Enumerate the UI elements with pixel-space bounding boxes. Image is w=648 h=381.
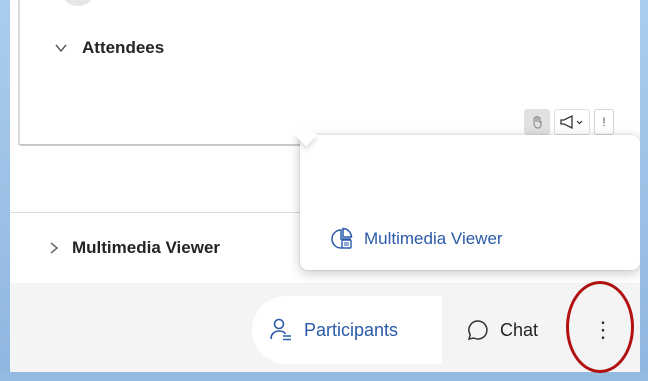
frame-bottom bbox=[0, 372, 648, 381]
chat-label: Chat bbox=[500, 319, 539, 340]
attendee-toolbar: ! bbox=[524, 108, 614, 136]
app-window: Attendees ! Multimedia Viewer Multimedia… bbox=[10, 0, 640, 372]
participants-icon bbox=[270, 318, 291, 341]
multimedia-label: Multimedia Viewer bbox=[72, 238, 221, 257]
multimedia-viewer-icon bbox=[331, 227, 353, 249]
menu-item-label: Multimedia Viewer bbox=[364, 229, 503, 248]
frame-left bbox=[0, 0, 10, 381]
chevron-down-icon bbox=[55, 44, 67, 53]
highlight-annotation bbox=[566, 281, 634, 373]
chat-button[interactable]: Chat bbox=[456, 306, 538, 354]
participants-button[interactable]: Participants bbox=[252, 296, 442, 364]
attendees-label: Attendees bbox=[82, 38, 165, 57]
attendees-section-header[interactable]: Attendees bbox=[54, 34, 194, 62]
frame-right bbox=[640, 0, 648, 381]
chat-icon bbox=[467, 320, 488, 340]
hand-icon bbox=[533, 115, 542, 129]
scroll-indicator bbox=[64, 0, 92, 6]
toolbar-overflow-button[interactable]: ! bbox=[594, 109, 614, 135]
panel-border bbox=[18, 0, 20, 145]
multimedia-section-header[interactable]: Multimedia Viewer bbox=[48, 236, 220, 260]
participants-label: Participants bbox=[304, 319, 399, 340]
raise-hand-button[interactable] bbox=[524, 109, 550, 135]
announce-button[interactable] bbox=[554, 109, 590, 135]
chevron-right-icon bbox=[50, 242, 59, 254]
more-options-menu: Multimedia Viewer bbox=[300, 135, 640, 270]
megaphone-icon bbox=[560, 114, 583, 130]
menu-item-multimedia-viewer[interactable]: Multimedia Viewer bbox=[330, 225, 503, 253]
